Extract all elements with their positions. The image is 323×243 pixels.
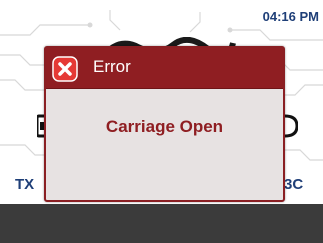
- printer-model-label: TX: [15, 176, 35, 193]
- printer-home-screen: 04:16 PM TX 3C Error Carriage Open: [0, 0, 323, 243]
- dialog-title: Error: [93, 57, 131, 76]
- error-x-icon: [52, 56, 78, 82]
- printer-icon: [284, 114, 298, 138]
- error-dialog: Error Carriage Open: [44, 46, 285, 202]
- clock: 04:16 PM: [262, 9, 319, 24]
- dialog-header: Error: [46, 48, 283, 89]
- footer-bar: [0, 204, 323, 243]
- error-message: Carriage Open: [105, 117, 224, 136]
- printer-model-label: 3C: [284, 176, 304, 193]
